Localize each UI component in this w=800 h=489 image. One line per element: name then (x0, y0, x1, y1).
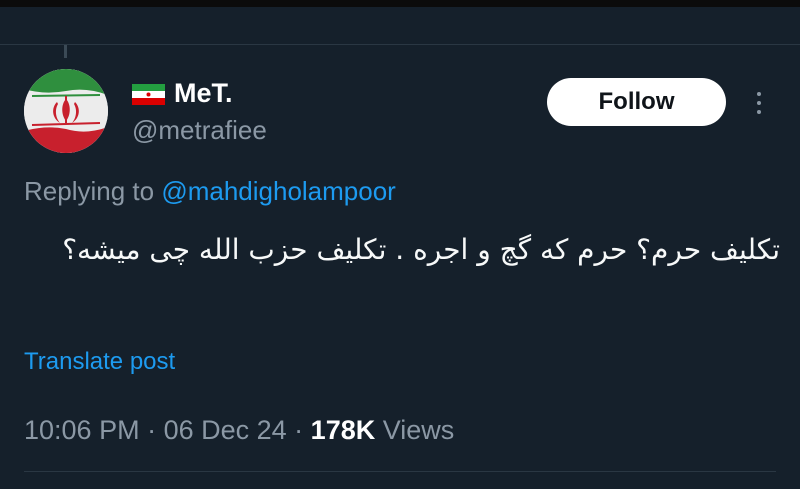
replying-to-prefix: Replying to (24, 176, 162, 206)
more-dot (757, 110, 761, 114)
post-date[interactable]: 06 Dec 24 (164, 415, 287, 445)
top-band (0, 0, 800, 7)
views-count[interactable]: 178K (311, 415, 376, 445)
post-time[interactable]: 10:06 PM (24, 415, 140, 445)
more-dot (757, 101, 761, 105)
display-name[interactable]: MeT. (174, 76, 233, 110)
user-handle[interactable]: @metrafiee (132, 113, 267, 147)
meta-separator: · (286, 415, 311, 445)
iran-emblem-avatar (24, 69, 108, 153)
translate-post-link[interactable]: Translate post (24, 346, 175, 378)
iran-flag-icon (132, 84, 165, 105)
meta-separator: · (139, 415, 164, 445)
post-meta: 10:06 PM · 06 Dec 24 · 178K Views (24, 413, 454, 447)
thread-connector-line (64, 45, 67, 58)
avatar[interactable] (24, 69, 108, 153)
views-label: Views (375, 415, 455, 445)
follow-button[interactable]: Follow (547, 78, 726, 126)
top-divider (0, 44, 800, 45)
bottom-divider (24, 471, 776, 472)
more-vertical-icon[interactable] (748, 86, 770, 120)
reply-target-link[interactable]: @mahdigholampoor (161, 176, 396, 206)
replying-to-line: Replying to @mahdigholampoor (24, 174, 396, 208)
post-text: تکلیف حرم؟ حرم که گچ و اجره . تکلیف حزب … (62, 233, 780, 266)
more-dot (757, 92, 761, 96)
